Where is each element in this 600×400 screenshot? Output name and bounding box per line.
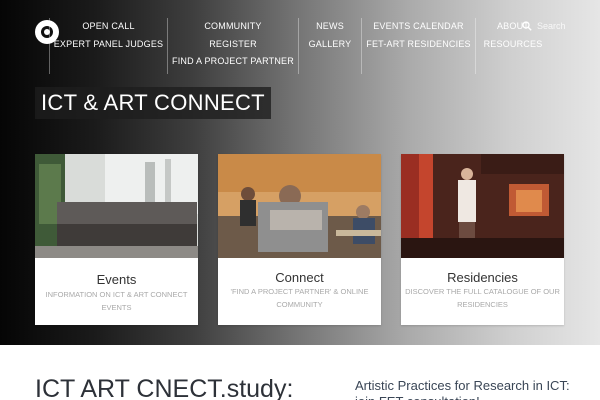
nav-column-open-call: OPEN CALL EXPERT PANEL JUDGES <box>49 18 167 74</box>
nav-link-news[interactable]: NEWS <box>316 18 344 36</box>
residencies-lab-image <box>401 154 564 258</box>
site-title[interactable]: ICT & ART CONNECT <box>35 87 271 119</box>
nav-link-open-call[interactable]: OPEN CALL <box>82 18 134 36</box>
nav-column-events-calendar: EVENTS CALENDAR FET-ART RESIDENCIES <box>361 18 475 74</box>
nav-link-register[interactable]: REGISTER <box>209 36 257 54</box>
side-post-title[interactable]: Artistic Practices for Research in ICT: … <box>355 378 570 400</box>
events-group-photo-image <box>35 154 198 258</box>
card-title: Connect <box>275 270 324 285</box>
nav-link-find-project-partner[interactable]: FIND A PROJECT PARTNER <box>172 53 294 71</box>
search-icon[interactable] <box>522 21 532 31</box>
nav-link-community[interactable]: COMMUNITY <box>204 18 261 36</box>
card-subtitle: INFORMATION ON ICT & ART CONNECT EVENTS <box>45 290 188 312</box>
card-residencies[interactable]: Residencies DISCOVER THE FULL CATALOGUE … <box>401 154 564 325</box>
nav-column-community: COMMUNITY REGISTER FIND A PROJECT PARTNE… <box>167 18 298 74</box>
nav-link-gallery[interactable]: GALLERY <box>309 36 352 54</box>
card-subtitle: 'FIND A PROJECT PARTNER' & ONLINE COMMUN… <box>230 287 369 309</box>
nav-link-expert-panel-judges[interactable]: EXPERT PANEL JUDGES <box>54 36 164 54</box>
search-input[interactable]: Search <box>537 21 566 31</box>
card-title: Residencies <box>447 270 518 285</box>
card-connect[interactable]: Connect 'FIND A PROJECT PARTNER' & ONLIN… <box>218 154 381 325</box>
nav-column-news: NEWS GALLERY <box>298 18 361 74</box>
card-subtitle: DISCOVER THE FULL CATALOGUE OF OUR RESID… <box>405 287 560 309</box>
connect-people-image <box>218 154 381 258</box>
card-title: Events <box>96 272 137 287</box>
latest-post-title[interactable]: ICT ART CNECT.study: <box>35 372 293 400</box>
card-events[interactable]: Events INFORMATION ON ICT & ART CONNECT … <box>35 154 198 325</box>
nav-link-events-calendar[interactable]: EVENTS CALENDAR <box>373 18 464 36</box>
nav-link-fet-art-residencies[interactable]: FET-ART RESIDENCIES <box>366 36 471 54</box>
search-box[interactable]: Search <box>522 21 566 31</box>
nav-link-resources[interactable]: RESOURCES <box>484 36 543 54</box>
